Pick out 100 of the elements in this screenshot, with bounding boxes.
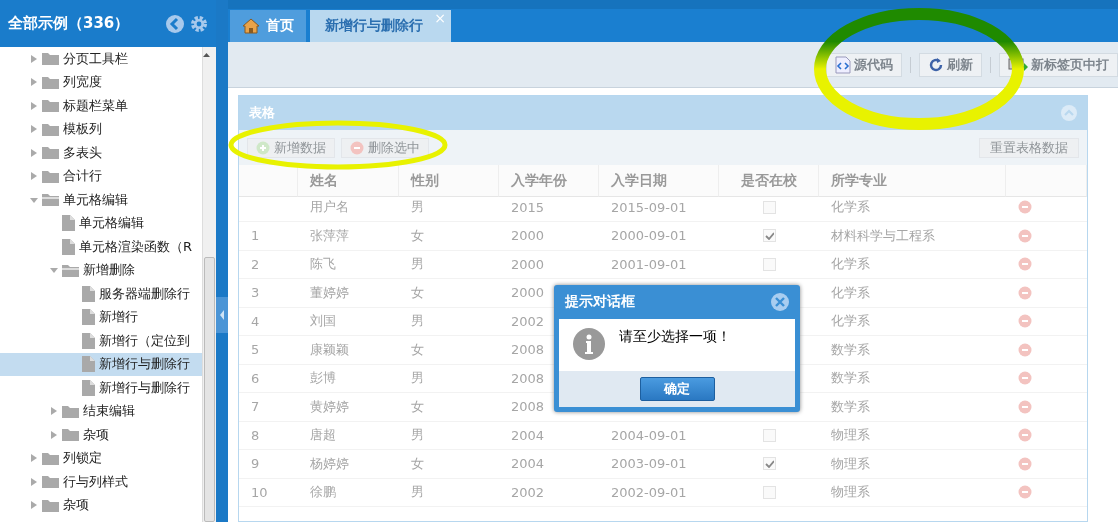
file-icon [62,238,75,255]
house-icon [242,18,260,34]
info-icon [573,328,605,360]
table-cell: 杨婷婷 [298,450,399,479]
table-cell: 男 [399,307,499,336]
tree-item[interactable]: 服务器端删除行 [0,282,202,306]
tree-item-label: 服务器端删除行 [99,284,190,303]
table-cell: 化学系 [819,193,1006,222]
table-cell: 康颖颖 [298,336,399,365]
delete-row-icon[interactable] [1018,285,1032,300]
folder-icon [42,169,59,183]
caret-right-icon [30,125,38,134]
scrollbar[interactable] [202,47,216,522]
delete-row-icon[interactable] [1018,399,1032,414]
table-cell: 黄婷婷 [298,393,399,422]
dialog-message: 请至少选择一项！ [619,328,731,346]
ok-button[interactable]: 确定 [639,377,715,401]
tree-item[interactable]: 单元格编辑 [0,188,202,212]
folder-icon [42,498,59,512]
tree-item[interactable]: 列锁定 [0,446,202,470]
tree-item[interactable]: 模板列 [0,117,202,141]
checkbox[interactable] [762,485,776,499]
delete-row-icon[interactable] [1018,228,1032,243]
tree-item-label: 分页工具栏 [63,49,128,68]
tree-item[interactable]: 单元格编辑 [0,211,202,235]
tree-item[interactable]: 多表头 [0,141,202,165]
folder-icon [42,193,59,207]
tree-item-label: 新增行 [99,308,138,327]
folder-icon [42,99,59,113]
tree-item[interactable]: 新增行与删除行 [0,352,202,376]
caret-right-icon [30,148,38,157]
tree-item-label: 结束编辑 [83,402,135,421]
panel-title: 表格 [249,104,275,122]
caret-right-icon [30,101,38,110]
file-icon [82,285,95,302]
delete-row-icon[interactable] [1018,456,1032,471]
delete-row-icon[interactable] [1018,342,1032,357]
table-cell: 2004-09-01 [599,421,719,450]
checkbox[interactable] [762,257,776,271]
tree-item[interactable]: 新增行（定位到 [0,329,202,353]
table-cell: 男 [399,478,499,507]
scrollbar-thumb[interactable] [204,257,215,522]
caret-right-icon [50,407,58,416]
window-arrow-icon [1008,57,1028,72]
table-cell: 男 [399,421,499,450]
folder-icon [62,404,79,418]
tree-item[interactable]: 标题栏菜单 [0,94,202,118]
folder-icon [42,475,59,489]
file-icon [82,309,95,326]
tree-item[interactable]: 行与列样式 [0,470,202,494]
table-cell: 女 [399,450,499,479]
table-cell: 2015 [499,193,599,222]
tree-item[interactable]: 单元格渲染函数（R [0,235,202,259]
checkbox[interactable] [762,457,776,471]
row-number: 6 [239,364,298,393]
checkbox[interactable] [762,428,776,442]
delete-row-icon[interactable] [1018,371,1032,386]
tree-item[interactable]: 分页工具栏 [0,47,202,71]
tree-item[interactable]: 结束编辑 [0,399,202,423]
tree-item-label: 列宽度 [63,73,102,92]
table-cell: 2015-09-01 [599,193,719,222]
file-icon [82,332,95,349]
checkbox[interactable] [762,229,776,243]
table-cell: 唐超 [298,421,399,450]
table-cell: 2004 [499,421,599,450]
tree-item[interactable]: 合计行 [0,164,202,188]
table-cell: 女 [399,222,499,251]
row-number: 9 [239,450,298,479]
sidebar-title: 全部示例（336） [8,14,131,33]
table-cell: 陈飞 [298,250,399,279]
close-icon[interactable] [770,292,790,312]
tree-item-label: 杂项 [63,496,89,515]
tree-item-label: 模板列 [63,120,102,139]
table-cell: 2002 [499,478,599,507]
table-cell: 2001-09-01 [599,250,719,279]
delete-row-icon[interactable] [1018,485,1032,500]
caret-right-icon [30,172,38,181]
delete-row-icon[interactable] [1018,428,1032,443]
table-cell: 男 [399,250,499,279]
tree-item[interactable]: 新增行 [0,305,202,329]
delete-row-icon[interactable] [1018,257,1032,272]
refresh-icon [928,56,944,73]
table-cell: 刘国 [298,307,399,336]
caret-right-icon [30,477,38,486]
tree-item[interactable]: 新增行与删除行 [0,376,202,400]
table-cell: 男 [399,193,499,222]
tree-item[interactable]: 杂项 [0,493,202,517]
column-header: 性别 [399,165,499,197]
checkbox[interactable] [762,200,776,214]
column-header: 是否在校 [719,165,819,197]
delete-row-icon[interactable] [1018,200,1032,215]
file-icon [82,379,95,396]
table-cell: 2004 [499,450,599,479]
table-cell: 男 [399,364,499,393]
tree-item[interactable]: 新增删除 [0,258,202,282]
tree-item[interactable]: 列宽度 [0,70,202,94]
delete-row-icon[interactable] [1018,314,1032,329]
collapse-handle[interactable] [216,296,228,333]
tab[interactable]: 新增行与删除行 × [310,10,451,42]
tree-item[interactable]: 杂项 [0,423,202,447]
